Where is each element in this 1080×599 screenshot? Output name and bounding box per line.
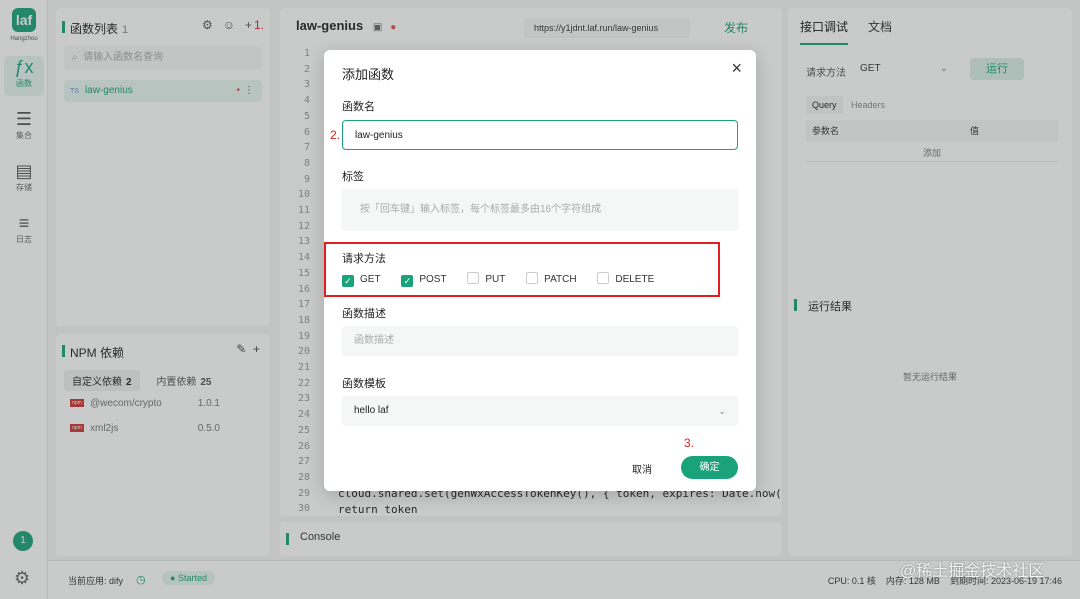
step-3-annotation: 3. — [684, 436, 695, 450]
checkbox-label: PUT — [485, 274, 506, 285]
function-name-input[interactable]: law-genius — [342, 120, 738, 150]
tags-label: 标签 — [342, 171, 364, 183]
function-name-label: 函数名 — [342, 101, 375, 113]
close-icon[interactable]: × — [731, 58, 742, 79]
confirm-button[interactable]: 确定 — [681, 456, 738, 479]
checkbox-empty-icon — [526, 272, 539, 284]
checkbox-post[interactable]: ✓ POST — [401, 274, 447, 287]
checkbox-patch[interactable]: PATCH — [526, 272, 577, 285]
chevron-down-icon: ⌄ — [718, 406, 726, 416]
checkbox-label: PATCH — [544, 274, 577, 285]
template-select[interactable]: hello laf ⌄ — [342, 396, 738, 426]
checkbox-empty-icon — [597, 272, 610, 284]
checkbox-put[interactable]: PUT — [467, 272, 505, 285]
checkbox-delete[interactable]: DELETE — [597, 272, 654, 285]
template-label: 函数模板 — [342, 378, 386, 390]
checkbox-get[interactable]: ✓ GET — [342, 274, 381, 287]
description-input[interactable]: 函数描述 — [342, 326, 738, 356]
checkbox-empty-icon — [467, 272, 480, 284]
method-checkboxes: ✓ GET ✓ POST PUT PATCH DELETE — [342, 272, 672, 287]
modal-title: 添加函数 — [342, 67, 395, 82]
tags-input[interactable]: 按「回车键」输入标签，每个标签最多由16个字符组成 — [342, 189, 738, 231]
request-method-label: 请求方法 — [342, 253, 386, 265]
checkbox-checked-icon: ✓ — [401, 275, 414, 287]
step-2-annotation: 2. — [330, 128, 341, 142]
checkbox-label: DELETE — [615, 274, 655, 285]
add-function-modal: 添加函数 × 函数名 2. law-genius 标签 按「回车键」输入标签，每… — [324, 50, 756, 491]
template-value: hello laf — [354, 405, 389, 416]
checkbox-label: GET — [360, 274, 381, 285]
description-label: 函数描述 — [342, 308, 386, 320]
checkbox-checked-icon: ✓ — [342, 275, 354, 287]
cancel-button[interactable]: 取消 — [632, 461, 652, 476]
watermark: @稀土掘金技术社区 — [900, 563, 1045, 580]
checkbox-label: POST — [419, 274, 447, 285]
